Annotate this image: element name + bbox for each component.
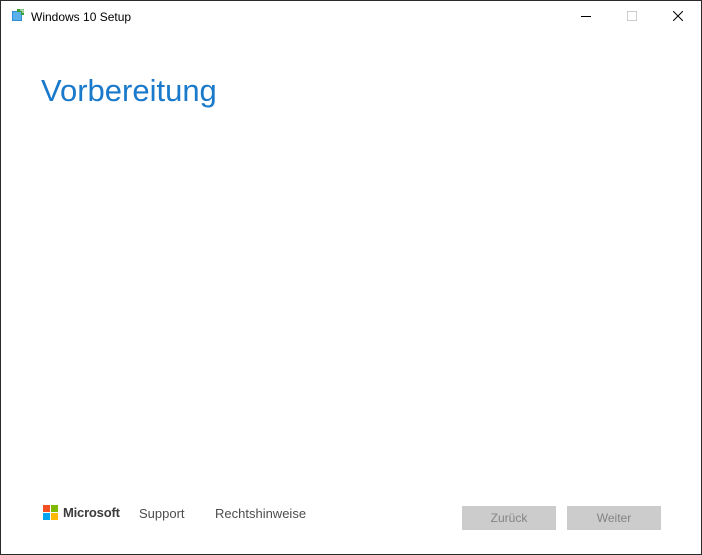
logo-square-blue: [43, 513, 50, 520]
setup-icon: [11, 8, 25, 22]
legal-link[interactable]: Rechtshinweise: [215, 506, 306, 522]
maximize-icon: [627, 11, 637, 21]
back-button[interactable]: Zurück: [462, 506, 556, 530]
title-bar[interactable]: Windows 10 Setup: [1, 1, 701, 31]
maximize-button: [609, 1, 655, 31]
logo-square-yellow: [51, 513, 58, 520]
close-button[interactable]: [655, 1, 701, 31]
microsoft-logo-icon: [43, 505, 59, 521]
logo-square-red: [43, 505, 50, 512]
setup-window: Windows 10 Setup Vorbereitung Microsoft: [0, 0, 702, 555]
window-title: Windows 10 Setup: [31, 10, 132, 24]
next-button[interactable]: Weiter: [567, 506, 661, 530]
logo-square-green: [51, 505, 58, 512]
close-icon: [673, 11, 683, 21]
minimize-icon: [581, 16, 591, 17]
microsoft-wordmark: Microsoft: [63, 505, 120, 520]
minimize-button[interactable]: [563, 1, 609, 31]
page-heading: Vorbereitung: [41, 73, 217, 108]
support-link[interactable]: Support: [139, 506, 185, 522]
